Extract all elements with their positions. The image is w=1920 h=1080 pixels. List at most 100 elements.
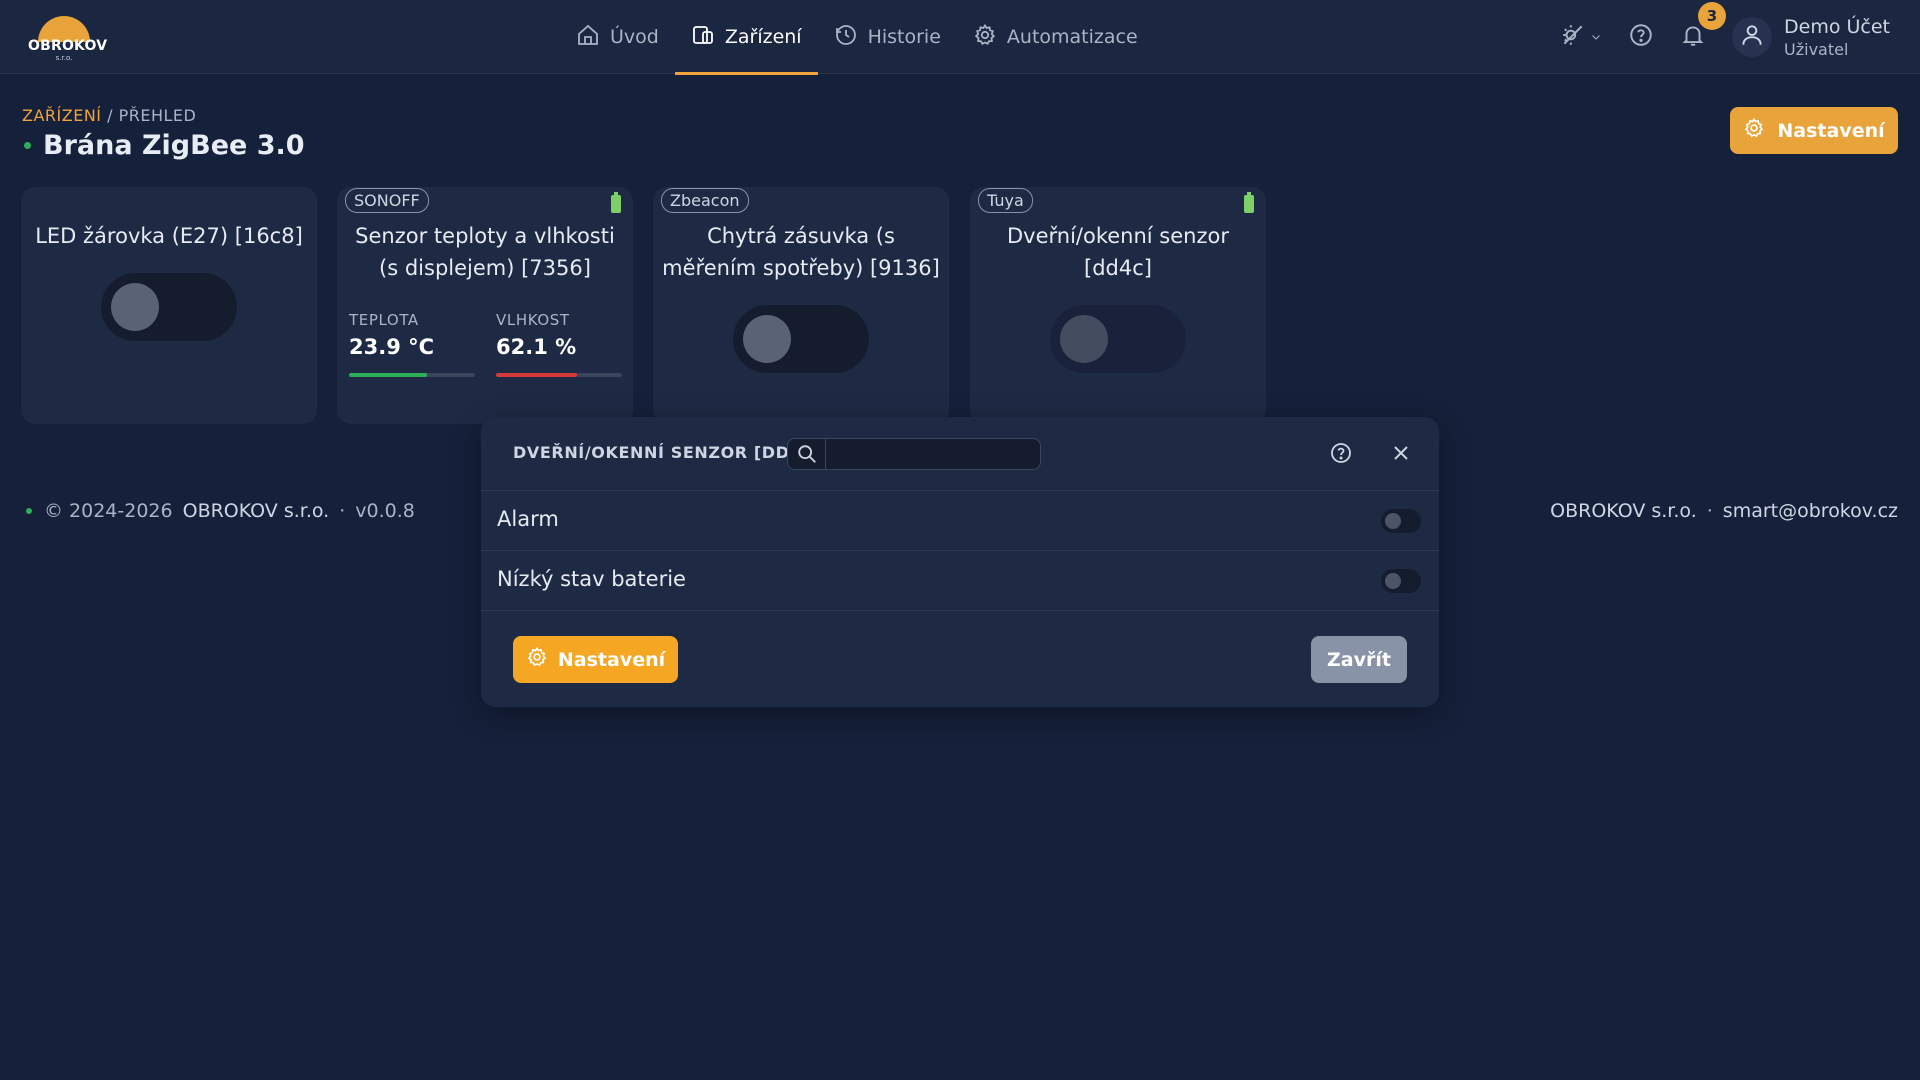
metric-label: VLHKOST [496,311,570,329]
avatar [1732,17,1773,57]
company-logo[interactable]: OBROKOV s.r.o. [28,14,108,62]
device-state-toggle[interactable] [1050,305,1186,373]
history-icon [834,23,858,52]
nav-label: Automatizace [1006,26,1138,48]
app-version: v0.0.8 [355,500,415,522]
top-navigation-bar: OBROKOV s.r.o. Úvod Zařízení Historie Au… [0,0,1920,75]
battery-icon [1244,192,1254,213]
device-card-smart-plug[interactable]: Zbeacon Chytrá zásuvka (s měřením spotře… [653,187,949,424]
search-input[interactable] [826,440,1040,468]
toggle-knob [743,315,791,363]
row-label: Alarm [497,507,559,531]
help-icon [1628,22,1654,52]
toggle-knob [1060,315,1108,363]
copyright-text: © 2024-2026 [44,500,173,522]
user-role: Uživatel [1784,39,1849,59]
settings-label: Nastavení [1777,119,1885,142]
low-battery-toggle[interactable] [1381,569,1421,593]
footer-left: © 2024-2026 OBROKOV s.r.o. · v0.0.8 [26,500,415,522]
modal-settings-button[interactable]: Nastavení [513,636,678,683]
footer-company[interactable]: OBROKOV s.r.o. [1550,500,1697,522]
help-button[interactable] [1628,22,1654,52]
metric-fill [496,373,577,377]
chevron-down-icon [1590,28,1602,47]
alarm-toggle[interactable] [1381,509,1421,533]
metric-label: TEPLOTA [349,311,419,329]
nav-item-uvod[interactable]: Úvod [560,0,675,74]
brand-badge: Tuya [978,188,1033,213]
nav-item-automatizace[interactable]: Automatizace [957,0,1154,74]
modal-close-text-button[interactable]: Zavřít [1311,636,1407,683]
footer-separator: · [1706,500,1713,522]
device-card-temp-sensor[interactable]: SONOFF Senzor teploty a vlhkosti (s disp… [337,187,633,424]
notification-badge: 3 [1698,2,1727,30]
user-name: Demo Účet [1784,15,1890,38]
user-icon [1739,22,1765,52]
top-right-controls: 3 Demo Účet Uživatel [1560,0,1890,74]
gear-icon [526,646,548,673]
modal-close-button[interactable] [1389,441,1413,469]
devices-icon [691,23,715,52]
modal-help-button[interactable] [1329,441,1353,469]
logo-text: OBROKOV [28,38,108,54]
theme-icon [1560,22,1586,52]
nav-label: Historie [867,26,941,48]
battery-icon [611,192,621,213]
toggle-knob [1385,573,1401,589]
home-icon [576,23,600,52]
main-nav: Úvod Zařízení Historie Automatizace [560,0,1154,75]
close-icon [1389,446,1413,469]
brand-badge: SONOFF [345,188,429,213]
device-power-toggle[interactable] [733,305,869,373]
theme-switcher[interactable] [1560,22,1602,52]
modal-row-alarm: Alarm [481,491,1439,551]
breadcrumb-current: PŘEHLED [118,106,197,125]
online-status-dot [24,142,31,149]
device-title: Senzor teploty a vlhkosti (s displejem) … [355,224,615,280]
metric-bar [496,373,622,377]
nav-label: Úvod [610,26,659,48]
breadcrumb: ZAŘÍZENÍ / PŘEHLED [22,106,196,125]
logo-subtext: s.r.o. [55,54,73,62]
search-icon[interactable] [788,439,826,469]
brand-badge: Zbeacon [661,188,749,213]
modal-row-low-battery: Nízký stav baterie [481,551,1439,611]
breadcrumb-link-zarizeni[interactable]: ZAŘÍZENÍ [22,106,102,125]
user-menu[interactable]: Demo Účet Uživatel [1732,16,1890,59]
device-title: Chytrá zásuvka (s měřením spotřeby) [913… [662,224,940,280]
metric-temperature: TEPLOTA 23.9 °C [349,311,475,377]
footer-company-link[interactable]: OBROKOV s.r.o. [183,500,330,522]
metric-bar [349,373,475,377]
help-icon [1329,443,1353,469]
settings-label: Nastavení [557,648,666,671]
device-card-door-sensor[interactable]: Tuya Dveřní/okenní senzor [dd4c] [970,187,1266,424]
row-label: Nízký stav baterie [497,567,686,591]
breadcrumb-separator: / [101,106,119,125]
device-title: Dveřní/okenní senzor [dd4c] [1007,224,1229,280]
device-card-led-bulb[interactable]: LED žárovka (E27) [16c8] [21,187,317,424]
modal-search [787,438,1041,470]
toggle-knob [1385,513,1401,529]
gear-icon [973,23,997,52]
nav-label: Zařízení [724,26,802,48]
device-power-toggle[interactable] [101,273,237,341]
notifications-button[interactable]: 3 [1680,2,1727,52]
nav-item-zarizeni[interactable]: Zařízení [674,0,818,75]
status-dot [26,508,32,514]
metric-fill [349,373,428,377]
modal-header: DVEŘNÍ/OKENNÍ SENZOR [DD4C] [481,417,1439,491]
metric-value: 62.1 % [496,335,577,359]
footer-separator: · [339,500,346,522]
metric-humidity: VLHKOST 62.1 % [496,311,622,377]
metric-value: 23.9 °C [349,335,435,359]
footer-email-link[interactable]: smart@obrokov.cz [1723,500,1898,522]
user-info: Demo Účet Uživatel [1784,16,1890,59]
page-title-row: Brána ZigBee 3.0 [24,130,305,161]
nav-item-historie[interactable]: Historie [818,0,957,74]
page-title: Brána ZigBee 3.0 [43,130,305,161]
gateway-settings-button[interactable]: Nastavení [1730,107,1898,154]
modal-title: DVEŘNÍ/OKENNÍ SENZOR [DD4C] [513,443,822,462]
device-detail-modal: DVEŘNÍ/OKENNÍ SENZOR [DD4C] Alarm Nízký … [481,417,1439,707]
gear-icon [1743,117,1765,144]
footer-right: OBROKOV s.r.o. · smart@obrokov.cz [1550,500,1898,522]
